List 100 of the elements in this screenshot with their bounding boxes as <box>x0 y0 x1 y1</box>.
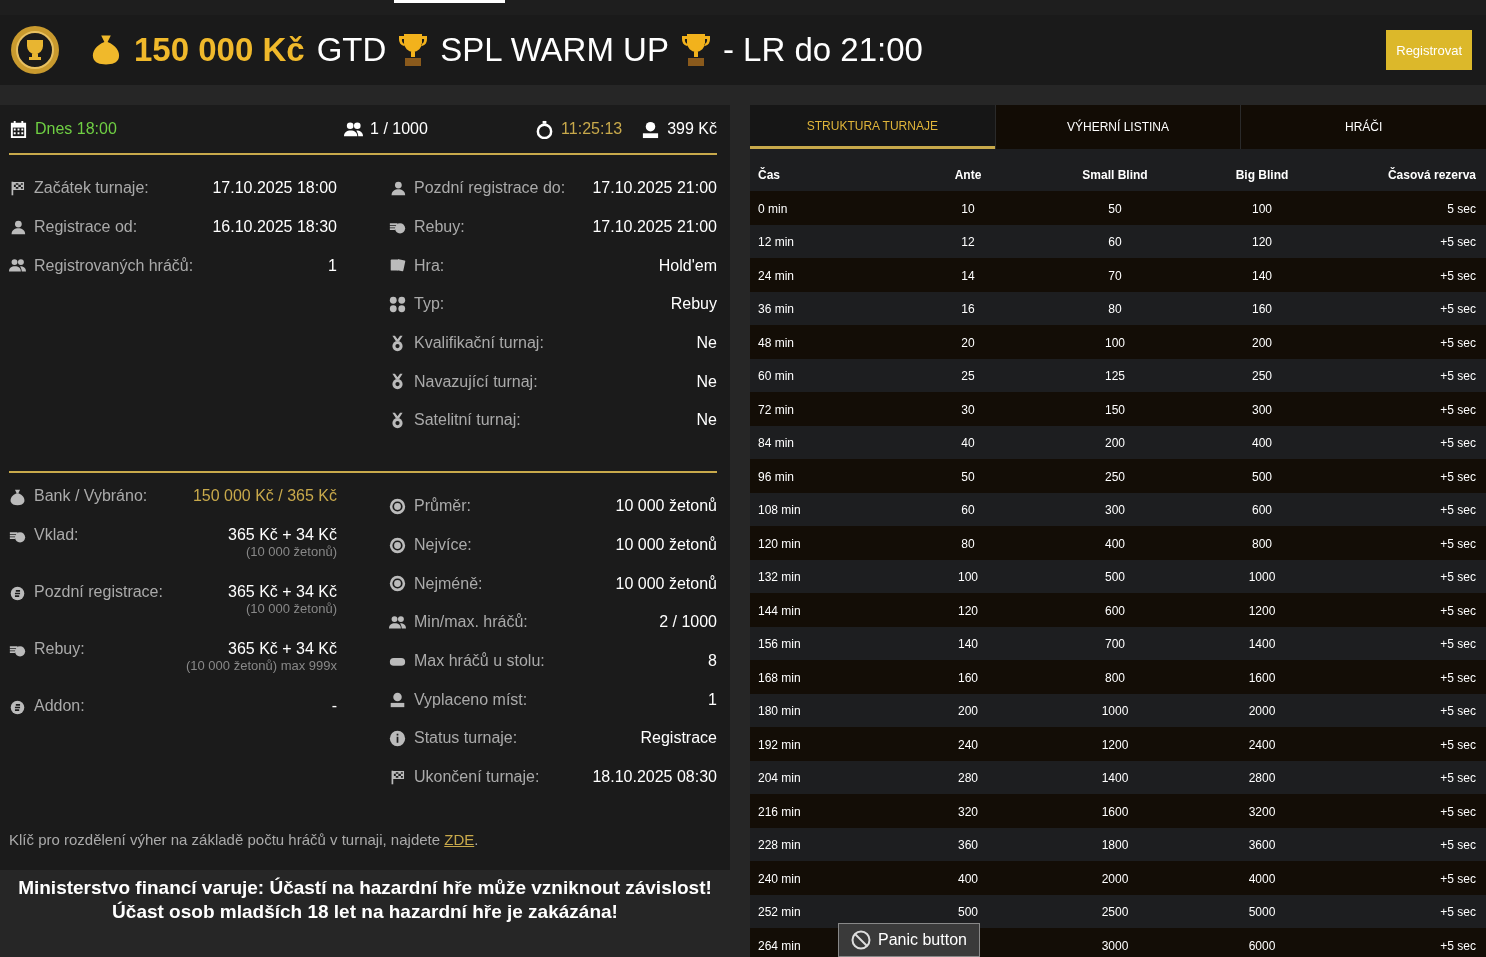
detail-value: Hold'em <box>658 256 717 275</box>
detail-value: 17.10.2025 21:00 <box>592 218 717 237</box>
table-cell: 300 <box>1105 503 1125 518</box>
table-cell: 160 <box>1252 302 1272 317</box>
payout-note: Klíč pro rozdělení výher na základě počtu hráčů v turnaji, najdete ZDE. <box>9 831 480 848</box>
detail-label: Rebuy: <box>414 218 465 237</box>
chip-icon <box>389 536 406 554</box>
table-cell: 800 <box>1105 670 1125 685</box>
table-cell: 80 <box>1108 302 1122 317</box>
table-cell: 120 <box>1252 235 1272 250</box>
detail-value: 150 000 Kč / 365 Kč <box>192 487 337 505</box>
table-cell: 320 <box>958 804 978 819</box>
start-date: Dnes 18:00 <box>35 120 117 138</box>
table-cell: 144 min <box>758 603 801 618</box>
table-cell: 1400 <box>1101 771 1129 786</box>
detail-value: 365 Kč + 34 Kč <box>228 525 337 544</box>
detail-label: Bank / Vybráno: <box>34 487 148 505</box>
column-header: Čas <box>758 167 781 182</box>
buy-in-price: 399 Kč <box>667 120 717 138</box>
info-icon <box>389 729 406 747</box>
medal-icon <box>389 373 406 391</box>
medal-icon <box>389 411 406 429</box>
table-cell: 600 <box>1105 603 1125 618</box>
column-header: Big Blind <box>1234 167 1290 182</box>
person-icon <box>9 218 26 236</box>
tab[interactable]: STRUKTURA TURNAJE <box>750 105 995 149</box>
detail-label: Hra: <box>414 256 445 275</box>
title-text: GTD <box>316 31 387 69</box>
detail-label: Registrace od: <box>34 218 138 237</box>
detail-value: - <box>331 696 337 715</box>
table-cell: 12 <box>961 235 975 250</box>
detail-label: Ukončení turnaje: <box>414 768 540 787</box>
column-header: Ante <box>953 167 983 182</box>
table-cell: 300 <box>1252 402 1272 417</box>
calendar-icon <box>9 119 28 139</box>
table-cell: +5 sec <box>1440 938 1476 953</box>
logo-icon <box>10 25 60 75</box>
table-cell: 3600 <box>1248 838 1276 853</box>
people-icon <box>344 119 364 139</box>
table-cell: 500 <box>1252 469 1272 484</box>
panic-button[interactable]: Panic button <box>838 923 980 957</box>
table-cell: +5 sec <box>1440 603 1476 618</box>
column-header: Časová rezerva <box>1386 167 1476 182</box>
table-cell: +5 sec <box>1440 637 1476 652</box>
table-cell: 168 min <box>758 670 801 685</box>
table-cell: 228 min <box>758 838 801 853</box>
table-cell: +5 sec <box>1440 838 1476 853</box>
table-cell: 80 <box>961 536 975 551</box>
table-cell: 120 <box>958 603 978 618</box>
table-cell: +5 sec <box>1440 771 1476 786</box>
table-cell: 400 <box>1105 536 1125 551</box>
table-cell: 70 <box>1108 268 1122 283</box>
table-cell: 60 min <box>758 369 795 384</box>
table-cell: 60 <box>961 503 975 518</box>
table-cell: +5 sec <box>1440 268 1476 283</box>
table-cell: 100 <box>1105 335 1125 350</box>
money-bag-icon <box>90 34 122 66</box>
table-cell: 250 <box>1105 469 1125 484</box>
detail-value: 17.10.2025 18:00 <box>212 179 337 198</box>
chip-icon <box>389 497 406 515</box>
detail-value: Ne <box>696 372 717 391</box>
detail-label: Začátek turnaje: <box>34 179 149 198</box>
table-cell: 240 <box>958 737 978 752</box>
table-cell: 600 <box>1252 503 1272 518</box>
prize-amount: 150 000 Kč <box>134 31 305 69</box>
table-cell: +5 sec <box>1440 335 1476 350</box>
table-cell: 400 <box>1252 436 1272 451</box>
table-cell: 1200 <box>1248 603 1276 618</box>
title-text: SPL WARM UP <box>440 31 669 69</box>
table-cell: +5 sec <box>1440 570 1476 585</box>
table-cell: 280 <box>958 771 978 786</box>
table-cell: +5 sec <box>1440 737 1476 752</box>
detail-value: 365 Kč + 34 Kč <box>228 639 337 658</box>
table-cell: 3000 <box>1101 938 1129 953</box>
table-cell: 500 <box>1105 570 1125 585</box>
table-cell: 240 min <box>758 871 801 886</box>
table-cell: 2500 <box>1101 905 1129 920</box>
table-cell: +5 sec <box>1440 704 1476 719</box>
detail-label: Status turnaje: <box>414 729 518 748</box>
table-cell: 204 min <box>758 771 801 786</box>
detail-label: Vyplaceno míst: <box>414 690 528 709</box>
table-cell: 72 min <box>758 402 795 417</box>
table-cell: 200 <box>1105 436 1125 451</box>
detail-value: 1 <box>708 690 717 709</box>
table-cell: 1000 <box>1101 704 1129 719</box>
chip-icon <box>389 575 406 593</box>
table-cell: 400 <box>958 871 978 886</box>
detail-value: 365 Kč + 34 Kč <box>228 582 337 601</box>
table-cell: +5 sec <box>1440 670 1476 685</box>
table-cell: 6000 <box>1248 938 1276 953</box>
money-bag-icon <box>9 489 26 506</box>
flag-icon <box>9 179 26 197</box>
table-cell: 50 <box>961 469 975 484</box>
detail-value: Ne <box>696 334 717 353</box>
table-cell: 60 <box>1108 235 1122 250</box>
trophy-icon <box>680 32 711 68</box>
table-cell: 2000 <box>1101 871 1129 886</box>
stopwatch-icon <box>535 119 555 139</box>
table-cell: +5 sec <box>1440 905 1476 920</box>
detail-value: Ne <box>696 411 717 430</box>
